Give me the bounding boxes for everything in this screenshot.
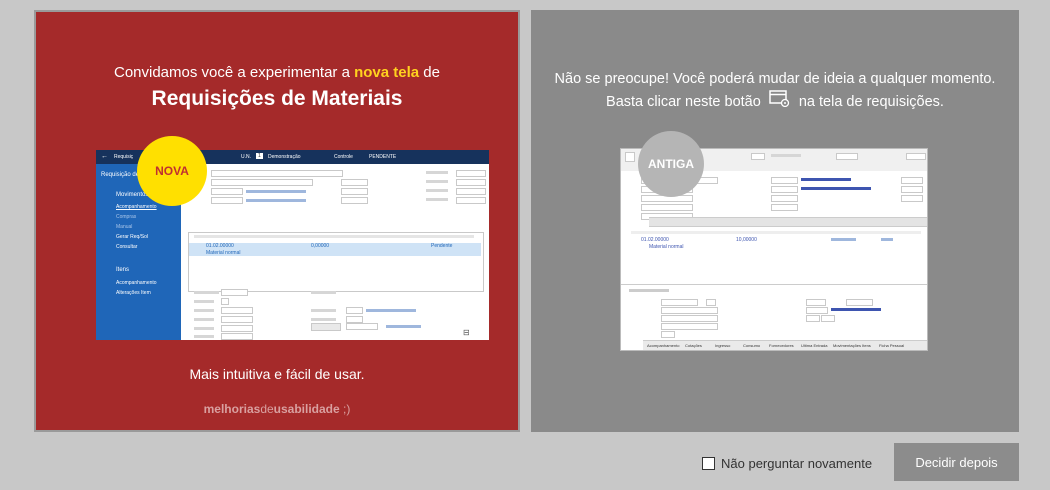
invite-text: Convidamos você a experimentar a nova te… (113, 64, 440, 81)
new-caption: Mais intuitiva e fácil de usar. (189, 366, 365, 382)
old-explanation-text: Não se preocupe! Você poderá mudar de id… (551, 68, 999, 114)
old-screen-option[interactable]: Não se preocupe! Você poderá mudar de id… (531, 10, 1019, 432)
switch-screen-icon (769, 90, 791, 114)
checkbox-label: Não perguntar novamente (721, 456, 873, 471)
checkbox-box[interactable] (702, 457, 715, 470)
old-badge: ANTIGA (638, 131, 704, 197)
new-screen-option[interactable]: Convidamos você a experimentar a nova te… (34, 10, 520, 432)
brand-logo: melhoriasdeusabilidade ;) (203, 402, 351, 416)
back-arrow-icon: ← (101, 153, 108, 160)
toggle-screen-icon: ⊟ (463, 328, 470, 337)
new-screen-title: Requisições de Materiais (151, 87, 403, 110)
dont-ask-again-checkbox[interactable]: Não perguntar novamente (702, 456, 872, 471)
decide-later-button[interactable]: Decidir depois (894, 443, 1019, 481)
highlight-text: nova tela (354, 64, 420, 81)
new-badge: NOVA (137, 136, 207, 206)
